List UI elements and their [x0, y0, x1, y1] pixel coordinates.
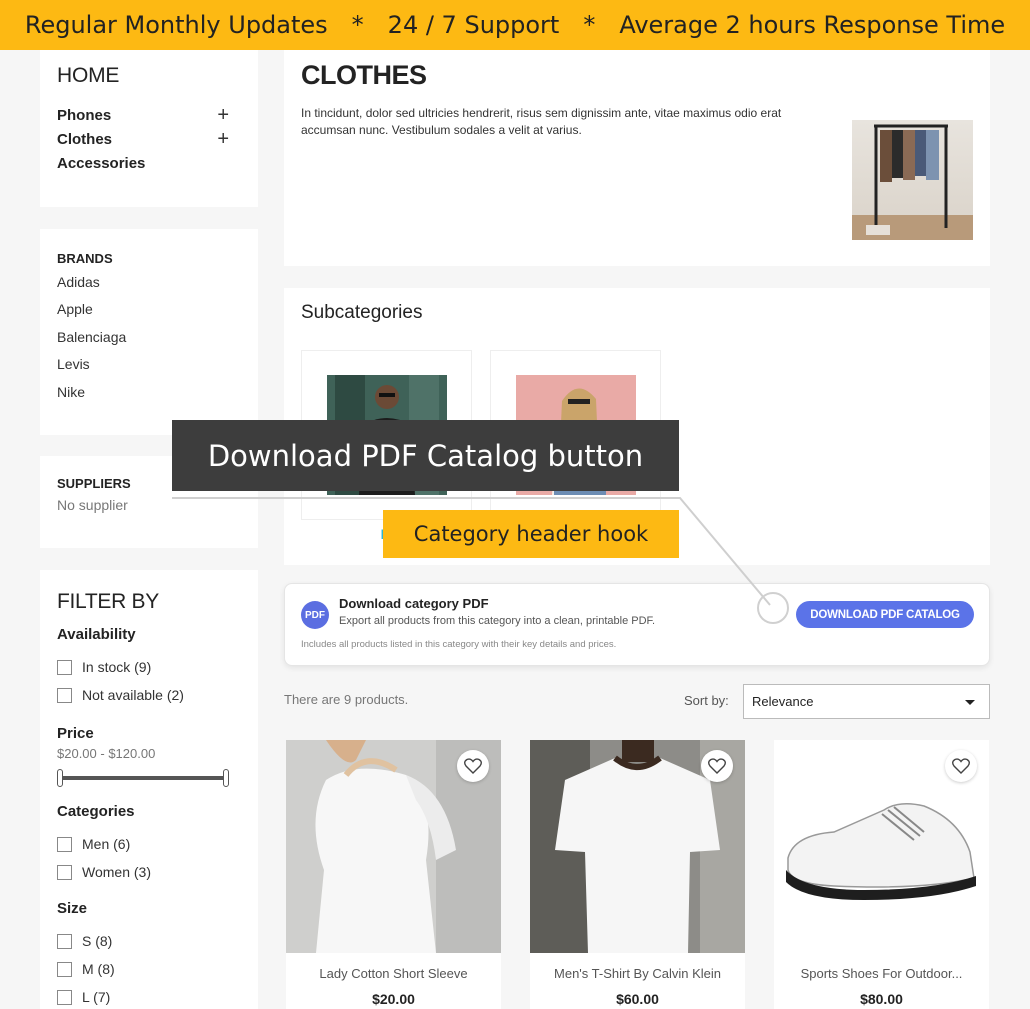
product-price: $80.00: [860, 991, 903, 1007]
product-count: There are 9 products.: [284, 692, 409, 707]
caret-down-icon[interactable]: [965, 700, 975, 705]
filter-option-label[interactable]: L (7): [82, 989, 110, 1005]
facet-price-title: Price: [57, 725, 94, 742]
filter-option-size-s[interactable]: S (8): [57, 927, 241, 955]
price-slider-track: [60, 776, 229, 780]
facet-categories-title: Categories: [57, 803, 135, 820]
brand-link[interactable]: Adidas: [57, 272, 241, 299]
brands-block: BRANDS Adidas Apple Balenciaga Levis Nik…: [40, 229, 258, 435]
category-item-phones[interactable]: Phones +: [57, 103, 241, 127]
heart-icon: [952, 758, 970, 774]
promo-response-time: Average 2 hours Response Time: [619, 11, 1006, 39]
promo-separator: *: [351, 11, 364, 39]
product-card[interactable]: Men's T-Shirt By Calvin Klein $60.00: [530, 740, 745, 1009]
category-label[interactable]: Clothes: [57, 131, 112, 148]
checkbox[interactable]: [57, 659, 72, 675]
brands-title: BRANDS: [57, 251, 113, 266]
filter-option-not-available[interactable]: Not available (2): [57, 681, 241, 709]
category-label[interactable]: Accessories: [57, 155, 145, 172]
checkbox[interactable]: [57, 961, 72, 977]
checkbox[interactable]: [57, 989, 72, 1005]
price-range-text: $20.00 - $120.00: [57, 746, 156, 761]
filter-option-men[interactable]: Men (6): [57, 830, 241, 858]
product-price: $60.00: [616, 991, 659, 1007]
price-slider[interactable]: [57, 767, 241, 789]
category-header: CLOTHES In tincidunt, dolor sed ultricie…: [284, 50, 990, 266]
pdf-box-title: Download category PDF: [339, 596, 489, 611]
product-name[interactable]: Sports Shoes For Outdoor...: [774, 966, 989, 981]
promo-support: 24 / 7 Support: [387, 11, 560, 39]
callout-category-header-hook: Category header hook: [383, 510, 679, 558]
filter-option-women[interactable]: Women (3): [57, 858, 241, 886]
checkbox[interactable]: [57, 933, 72, 949]
filter-panel: FILTER BY Availability In stock (9) Not …: [40, 570, 258, 1009]
sort-selected-value[interactable]: Relevance: [752, 694, 813, 709]
page-title: CLOTHES: [301, 60, 427, 90]
suppliers-empty-text: No supplier: [57, 497, 128, 513]
facet-size-title: Size: [57, 900, 88, 917]
home-link[interactable]: HOME: [57, 64, 241, 88]
category-description: In tincidunt, dolor sed ultricies hendre…: [301, 106, 782, 137]
filter-option-size-m[interactable]: M (8): [57, 955, 241, 983]
filter-option-label[interactable]: Not available (2): [82, 687, 184, 703]
callout-download-pdf-button: Download PDF Catalog button: [172, 420, 679, 491]
filter-option-in-stock[interactable]: In stock (9): [57, 653, 241, 681]
promo-updates: Regular Monthly Updates: [24, 11, 328, 39]
heart-icon: [708, 758, 726, 774]
download-pdf-catalog-button[interactable]: DOWNLOAD PDF CATALOG: [796, 601, 974, 628]
product-card[interactable]: Lady Cotton Short Sleeve $20.00: [286, 740, 501, 1009]
download-pdf-box: PDF Download category PDF Export all pro…: [284, 583, 990, 666]
promo-bar: Regular Monthly Updates * 24 / 7 Support…: [0, 0, 1030, 50]
product-name[interactable]: Lady Cotton Short Sleeve: [286, 966, 501, 981]
category-label[interactable]: Phones: [57, 107, 111, 124]
wishlist-heart-button[interactable]: [701, 750, 733, 782]
checkbox[interactable]: [57, 864, 72, 880]
filter-option-size-l[interactable]: L (7): [57, 983, 241, 1009]
pdf-box-note: Includes all products listed in this cat…: [301, 639, 617, 650]
price-slider-max-handle[interactable]: [223, 769, 229, 787]
filter-title: FILTER BY: [57, 590, 159, 613]
subcategories-title: Subcategories: [301, 302, 423, 323]
checkbox[interactable]: [57, 687, 72, 703]
heart-icon: [464, 758, 482, 774]
sort-select[interactable]: Relevance: [743, 684, 990, 719]
filter-option-label[interactable]: Women (3): [82, 864, 151, 880]
price-slider-min-handle[interactable]: [57, 769, 63, 787]
brand-link[interactable]: Nike: [57, 382, 241, 409]
filter-option-label[interactable]: S (8): [82, 933, 112, 949]
promo-separator: *: [583, 11, 596, 39]
category-item-accessories[interactable]: Accessories: [57, 151, 241, 175]
filter-option-label[interactable]: Men (6): [82, 836, 130, 852]
sort-by-label: Sort by:: [684, 693, 729, 708]
wishlist-heart-button[interactable]: [457, 750, 489, 782]
facet-availability-title: Availability: [57, 626, 136, 643]
brand-link[interactable]: Balenciaga: [57, 327, 241, 354]
filter-option-label[interactable]: M (8): [82, 961, 115, 977]
category-image: [852, 120, 973, 240]
brand-link[interactable]: Apple: [57, 299, 241, 326]
category-item-clothes[interactable]: Clothes +: [57, 127, 241, 151]
filter-option-label[interactable]: In stock (9): [82, 659, 151, 675]
product-name[interactable]: Men's T-Shirt By Calvin Klein: [530, 966, 745, 981]
listing-toolbar: There are 9 products. Sort by: Relevance: [284, 684, 990, 719]
brand-link[interactable]: Levis: [57, 354, 241, 381]
product-price: $20.00: [372, 991, 415, 1007]
expand-plus-icon[interactable]: +: [217, 105, 229, 125]
pdf-icon: PDF: [301, 601, 329, 629]
wishlist-heart-button[interactable]: [945, 750, 977, 782]
category-tree: HOME Phones + Clothes + Accessories: [40, 50, 258, 207]
expand-plus-icon[interactable]: +: [217, 129, 229, 149]
checkbox[interactable]: [57, 836, 72, 852]
product-card[interactable]: Sports Shoes For Outdoor... $80.00: [774, 740, 989, 1009]
pdf-box-subtitle: Export all products from this category i…: [339, 615, 656, 627]
